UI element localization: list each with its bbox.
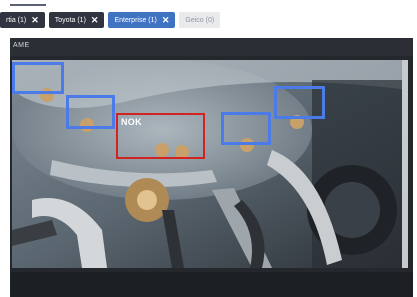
bbox-label: NOK xyxy=(121,117,142,127)
bbox-bolt-4[interactable] xyxy=(221,112,271,145)
bbox-bolt-1[interactable] xyxy=(12,62,64,94)
bbox-bolt-2[interactable] xyxy=(66,95,115,129)
filter-chip-rtia[interactable]: rtia (1) ✕ xyxy=(0,12,45,28)
close-icon[interactable]: ✕ xyxy=(162,15,170,25)
viewer-header-text: AME xyxy=(13,42,30,49)
filter-chip-bar: rtia (1) ✕ Toyota (1) ✕ Enterprise (1) ✕… xyxy=(0,12,221,28)
filter-chip-toyota[interactable]: Toyota (1) ✕ xyxy=(48,12,105,28)
close-icon[interactable]: ✕ xyxy=(91,15,99,25)
engine-photo[interactable]: NOK xyxy=(12,60,408,268)
bbox-bolt-3-nok[interactable]: NOK xyxy=(116,113,205,159)
engine-photo-illustration xyxy=(12,60,408,268)
image-viewer: AME NOK xyxy=(10,38,413,297)
viewer-header: AME xyxy=(10,38,413,56)
bbox-bolt-5[interactable] xyxy=(274,86,325,119)
filter-chip-label: Geico (0) xyxy=(185,16,215,24)
top-divider xyxy=(10,4,46,6)
filter-chip-enterprise[interactable]: Enterprise (1) ✕ xyxy=(108,12,176,28)
filter-chip-label: rtia (1) xyxy=(6,16,27,24)
filter-chip-label: Enterprise (1) xyxy=(114,16,157,24)
close-icon[interactable]: ✕ xyxy=(31,15,39,25)
filter-chip-geico[interactable]: Geico (0) xyxy=(179,12,221,28)
viewer-footer xyxy=(10,272,413,297)
filter-chip-label: Toyota (1) xyxy=(54,16,86,24)
